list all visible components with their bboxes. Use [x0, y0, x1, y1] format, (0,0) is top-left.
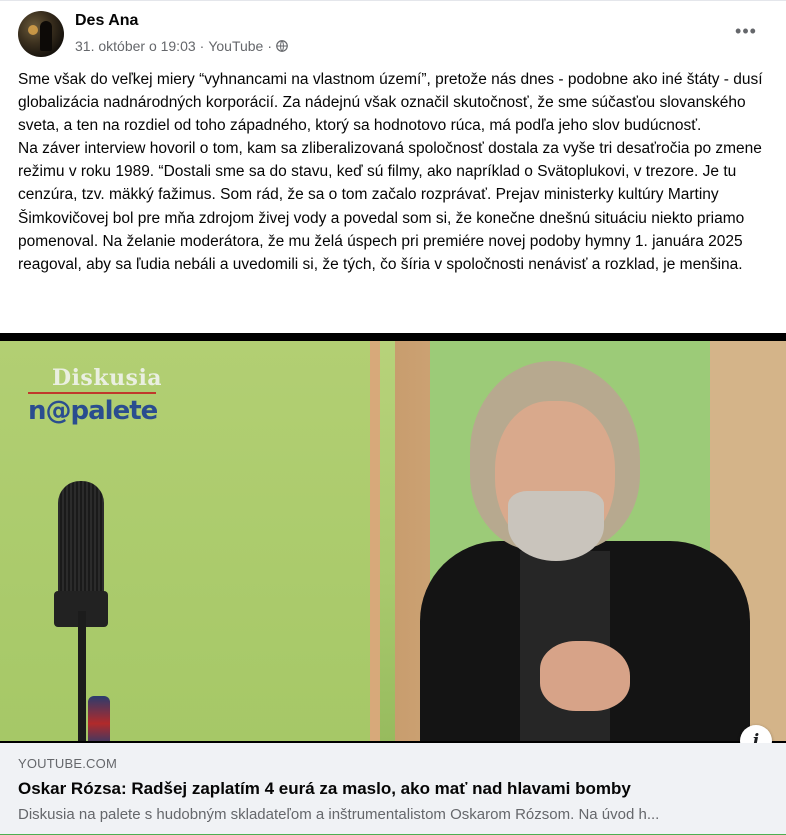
show-logo-underline — [28, 392, 156, 394]
show-logo-line1: Diskusia — [52, 365, 163, 391]
person-beard — [508, 491, 604, 561]
post-source: YouTube — [208, 38, 264, 54]
link-preview[interactable]: YOUTUBE.COM Oskar Rózsa: Radšej zaplatím… — [0, 743, 786, 835]
more-options-icon[interactable]: ••• — [732, 21, 760, 41]
post-header: Des Ana 31. október o 19:03 · YouTube · … — [18, 11, 768, 59]
post-timestamp[interactable]: 31. október o 19:03 — [75, 38, 196, 54]
link-domain: YOUTUBE.COM — [18, 756, 117, 771]
link-title[interactable]: Oskar Rózsa: Radšej zaplatím 4 eurá za m… — [18, 779, 631, 799]
meta-separator: · — [199, 38, 205, 54]
video-thumbnail[interactable]: Diskusia n@palete — [0, 333, 786, 743]
globe-icon[interactable] — [276, 40, 288, 52]
post-card: Des Ana 31. október o 19:03 · YouTube · … — [0, 0, 786, 835]
post-meta: 31. október o 19:03 · YouTube · — [75, 38, 288, 54]
post-paragraph: Na záver interview hovoril o tom, kam sa… — [18, 140, 762, 273]
post-text: Sme však do veľkej miery “vyhnancami na … — [18, 68, 770, 276]
post-paragraph: Sme však do veľkej miery “vyhnancami na … — [18, 71, 763, 135]
person-hand — [540, 641, 630, 711]
show-logo-line2: n@palete — [28, 396, 158, 426]
meta-separator: · — [267, 38, 273, 54]
microphone-stand — [78, 611, 86, 741]
author-avatar[interactable] — [18, 11, 64, 57]
bottle — [88, 696, 110, 741]
avatar-figure — [40, 21, 52, 51]
avatar-sun — [28, 25, 38, 35]
link-description: Diskusia na palete s hudobným skladateľo… — [18, 806, 660, 823]
author-name[interactable]: Des Ana — [75, 12, 138, 30]
video-scene: Diskusia n@palete — [0, 341, 786, 741]
